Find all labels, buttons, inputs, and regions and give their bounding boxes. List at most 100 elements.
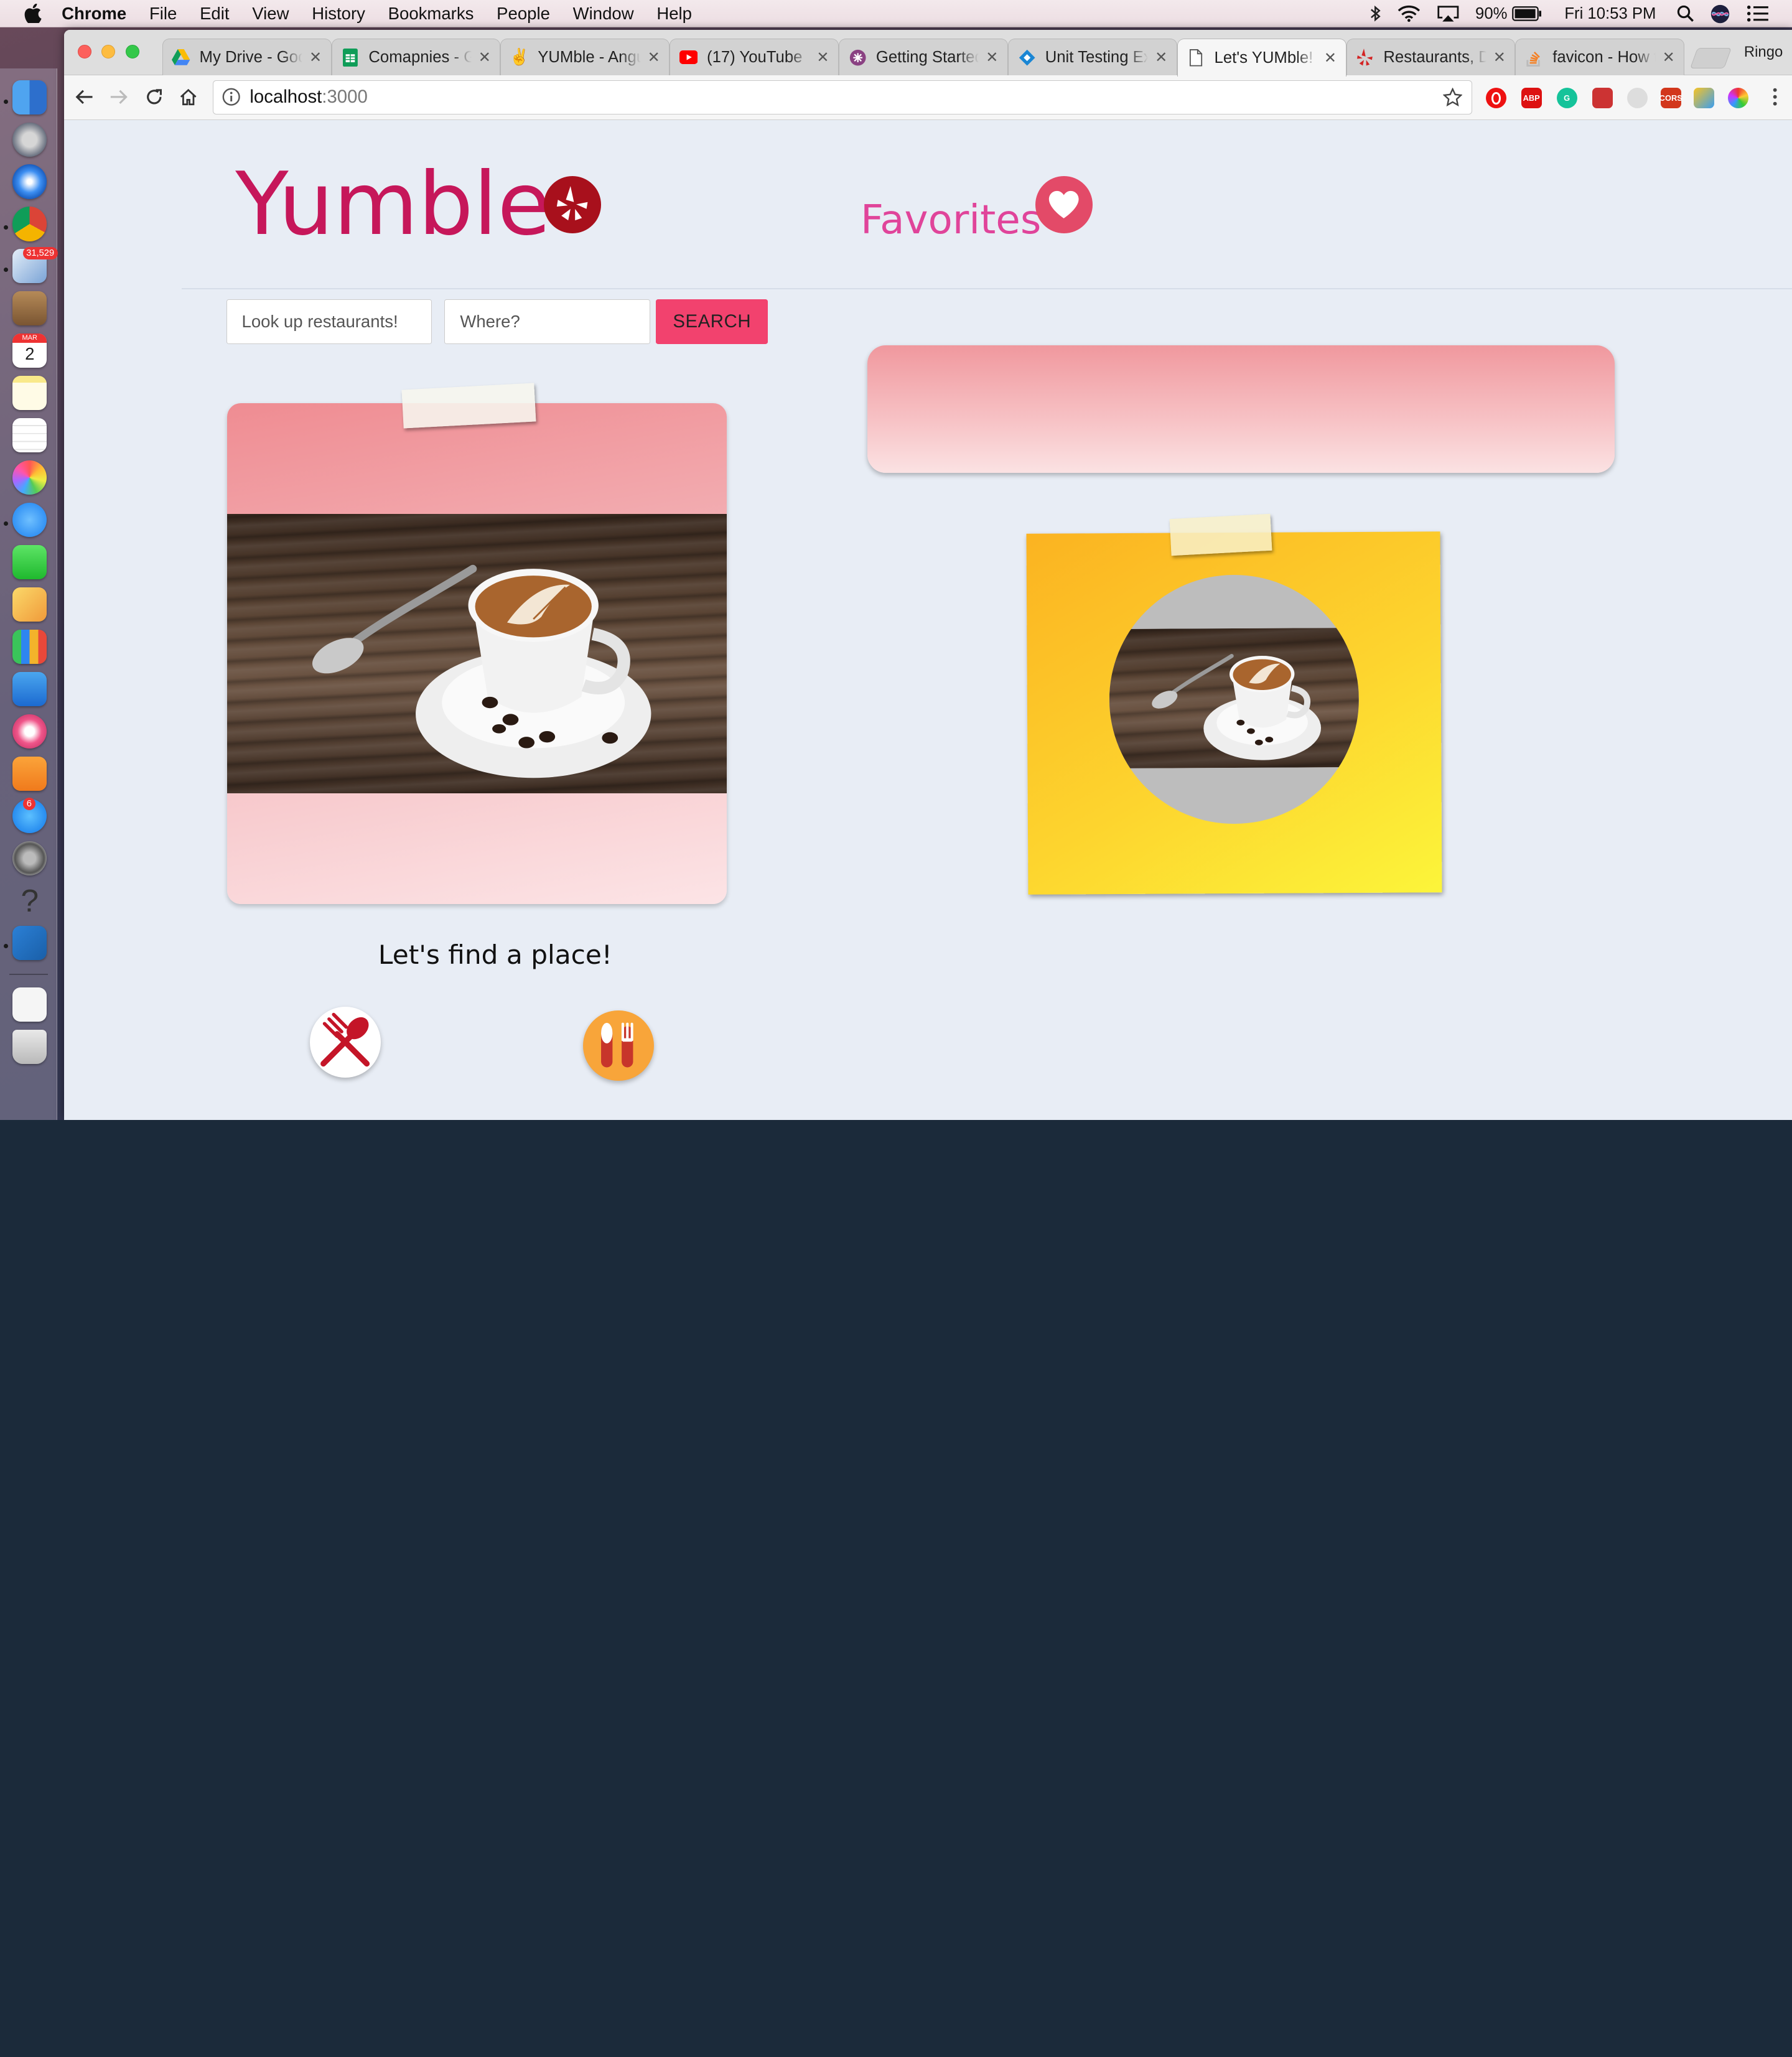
chrome-icon[interactable] <box>12 207 47 241</box>
home-icon[interactable] <box>177 86 200 109</box>
menu-history[interactable]: History <box>312 4 365 24</box>
coffee-photo <box>227 514 727 793</box>
tab-favicon[interactable]: favicon - How to ✕ <box>1515 39 1685 76</box>
menu-view[interactable]: View <box>252 4 289 24</box>
messages-icon[interactable] <box>12 503 47 538</box>
tab-close-icon[interactable]: ✕ <box>1155 49 1167 67</box>
utensils-icon[interactable] <box>582 1010 654 1081</box>
favorite-card[interactable] <box>1026 531 1442 895</box>
vscode-icon[interactable] <box>12 925 47 960</box>
opera-ext-icon[interactable] <box>1485 88 1506 109</box>
tab-close-icon[interactable]: ✕ <box>1493 49 1506 67</box>
menu-window[interactable]: Window <box>573 4 634 24</box>
tab-youtube[interactable]: (17) YouTube ✕ <box>670 39 839 76</box>
tab-close-icon[interactable]: ✕ <box>986 49 998 67</box>
help-question-icon[interactable]: ? <box>12 882 47 918</box>
search-button[interactable]: SEARCH <box>656 299 768 344</box>
spotlight-search-icon[interactable] <box>1677 5 1694 22</box>
restaurant-search-input[interactable]: Look up restaurants! <box>226 299 432 344</box>
ibooks-icon[interactable] <box>12 756 47 791</box>
tab-getting-started[interactable]: Getting Started ✕ <box>839 39 1008 76</box>
reminders-icon[interactable] <box>12 418 47 453</box>
tab-comapnies[interactable]: Comapnies - Google Sheets ✕ <box>331 39 501 76</box>
tab-close-icon[interactable]: ✕ <box>309 49 322 67</box>
pages-icon[interactable] <box>12 587 47 622</box>
profile-name[interactable]: Ringo <box>1744 44 1783 61</box>
battery-icon[interactable] <box>1512 6 1542 21</box>
grammarly-icon[interactable]: G <box>1556 88 1577 109</box>
tab-lets-yumble[interactable]: Let's YUMble! ✕ <box>1177 39 1346 77</box>
contacts-icon[interactable] <box>12 291 47 326</box>
browser-window: My Drive - Google Drive ✕ Comapnies - Go… <box>63 29 1792 1120</box>
close-window-button[interactable] <box>77 44 91 58</box>
extension-icon[interactable] <box>1592 88 1613 109</box>
rocket-ext-icon[interactable] <box>1693 88 1715 109</box>
desktop: Chrome File Edit View History Bookmarks … <box>0 0 1792 1120</box>
web-page: Yumble Favorites Look up restaurants! Wh… <box>63 121 1792 1120</box>
tab-title: YUMble - Angular <box>538 48 640 66</box>
running-indicator <box>3 225 8 230</box>
document-icon <box>1187 49 1205 67</box>
tab-close-icon[interactable]: ✕ <box>478 49 491 67</box>
notes-icon[interactable] <box>12 376 47 411</box>
system-preferences-icon[interactable] <box>12 841 47 875</box>
siri-icon[interactable] <box>1710 4 1730 24</box>
keynote-icon[interactable] <box>12 671 47 707</box>
photos-icon[interactable] <box>12 460 47 495</box>
restaurant-fork-spoon-icon[interactable] <box>309 1007 381 1078</box>
google-sheets-icon <box>341 48 359 67</box>
reload-icon[interactable] <box>143 86 166 109</box>
tab-close-icon[interactable]: ✕ <box>816 49 829 67</box>
new-tab-button[interactable] <box>1689 48 1732 69</box>
zoom-window-button[interactable] <box>126 44 140 58</box>
tab-my-drive[interactable]: My Drive - Google Drive ✕ <box>162 39 332 76</box>
favorites-banner <box>867 345 1615 473</box>
chrome-menu-icon[interactable] <box>1763 86 1786 109</box>
finder-icon[interactable] <box>12 80 47 114</box>
calendar-icon[interactable]: MAR 2 <box>12 334 47 368</box>
tab-title: favicon - How to <box>1552 48 1655 66</box>
notification-center-icon[interactable] <box>1747 5 1770 22</box>
bookmark-star-icon[interactable] <box>1442 86 1463 112</box>
menu-help[interactable]: Help <box>656 4 692 24</box>
extension-moon-icon[interactable] <box>1627 88 1648 109</box>
browser-toolbar: localhost:3000 ABP G CORS <box>63 75 1792 120</box>
apple-menu-icon[interactable] <box>23 3 44 24</box>
site-info-icon[interactable] <box>222 88 241 106</box>
menu-file[interactable]: File <box>149 4 177 24</box>
tab-yelp-restaurants[interactable]: Restaurants, Dentists ✕ <box>1346 39 1516 76</box>
heart-icon[interactable] <box>1035 175 1093 233</box>
tab-close-icon[interactable]: ✕ <box>1324 49 1337 67</box>
bluetooth-icon[interactable] <box>1370 5 1381 22</box>
document-stack-icon[interactable] <box>12 987 47 1022</box>
airplay-icon[interactable] <box>1437 5 1460 22</box>
clock[interactable]: Fri 10:53 PM <box>1564 5 1656 23</box>
tab-yumble-angular[interactable]: ✌ YUMble - Angular ✕ <box>500 39 670 76</box>
forward-arrow-icon[interactable] <box>108 86 131 109</box>
facetime-icon[interactable] <box>12 545 47 580</box>
yelp-logo-icon <box>544 175 602 233</box>
minimize-window-button[interactable] <box>101 44 116 58</box>
back-arrow-icon[interactable] <box>73 86 96 109</box>
numbers-icon[interactable] <box>12 630 47 665</box>
menu-people[interactable]: People <box>497 4 550 24</box>
wifi-icon[interactable] <box>1398 5 1421 22</box>
menu-app-name[interactable]: Chrome <box>62 4 126 24</box>
safari-icon[interactable] <box>12 164 47 199</box>
trash-icon[interactable] <box>12 1029 47 1064</box>
cors-icon[interactable]: CORS <box>1659 88 1682 109</box>
location-input[interactable]: Where? <box>444 299 651 344</box>
tab-unit-testing[interactable]: Unit Testing Example ✕ <box>1007 39 1177 76</box>
favorites-heading[interactable]: Favorites <box>861 197 1041 243</box>
adblock-plus-icon[interactable]: ABP <box>1521 88 1542 109</box>
itunes-icon[interactable] <box>12 714 47 749</box>
address-bar[interactable]: localhost:3000 <box>212 80 1472 114</box>
tab-close-icon[interactable]: ✕ <box>648 49 660 67</box>
menu-edit[interactable]: Edit <box>200 4 229 24</box>
menu-bookmarks[interactable]: Bookmarks <box>388 4 474 24</box>
battery-percent[interactable]: 90% <box>1475 5 1507 23</box>
tab-close-icon[interactable]: ✕ <box>1663 49 1675 67</box>
launchpad-icon[interactable] <box>12 122 47 157</box>
color-picker-icon[interactable] <box>1728 88 1749 109</box>
restaurant-card[interactable] <box>227 403 727 904</box>
